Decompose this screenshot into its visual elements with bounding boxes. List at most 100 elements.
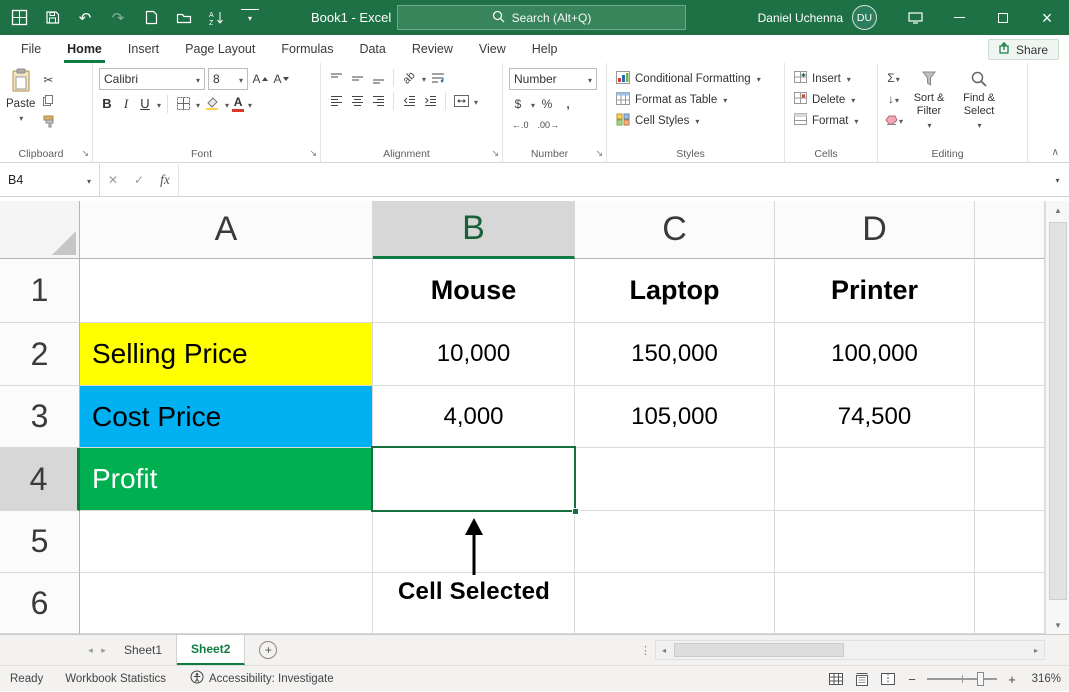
- alignment-dialog-launcher-icon[interactable]: [491, 148, 499, 159]
- tab-formulas[interactable]: Formulas: [268, 35, 346, 63]
- accessibility-button[interactable]: Accessibility: Investigate: [190, 670, 334, 687]
- zoom-in-button[interactable]: +: [1005, 672, 1019, 687]
- tab-file[interactable]: File: [8, 35, 54, 63]
- column-header-C[interactable]: C: [575, 201, 775, 259]
- cell-C2[interactable]: 150,000: [575, 323, 775, 386]
- scroll-up-icon[interactable]: [1046, 201, 1069, 219]
- italic-button[interactable]: I: [118, 96, 134, 112]
- align-top-icon[interactable]: [327, 68, 345, 87]
- find-select-button[interactable]: Find & Select: [955, 68, 1003, 132]
- increase-decimal-icon[interactable]: ←.0: [509, 117, 532, 133]
- select-all-button[interactable]: [0, 201, 80, 259]
- maximize-button[interactable]: [981, 0, 1025, 35]
- cell-partial-2[interactable]: [975, 323, 1045, 386]
- font-color-dropdown-icon[interactable]: [247, 97, 252, 111]
- name-box-dropdown-icon[interactable]: [86, 173, 91, 187]
- undo-icon[interactable]: [76, 9, 94, 27]
- sort-ascending-icon[interactable]: AZ: [208, 9, 226, 27]
- row-header-4[interactable]: 4: [0, 448, 80, 511]
- vertical-scroll-thumb[interactable]: [1049, 222, 1067, 600]
- workbook-statistics-button[interactable]: Workbook Statistics: [65, 673, 166, 685]
- cell-A2[interactable]: Selling Price: [80, 323, 373, 386]
- sort-filter-button[interactable]: Sort & Filter: [905, 68, 953, 132]
- formula-input[interactable]: [178, 164, 1045, 196]
- cell-A5[interactable]: [80, 511, 373, 573]
- cell-D6[interactable]: [775, 573, 975, 634]
- align-center-icon[interactable]: [348, 91, 366, 110]
- wrap-text-icon[interactable]: [429, 68, 447, 87]
- cell-partial-4[interactable]: [975, 448, 1045, 511]
- cell-B4[interactable]: [373, 448, 575, 511]
- fill-handle[interactable]: [572, 508, 579, 515]
- cell-D2[interactable]: 100,000: [775, 323, 975, 386]
- fill-color-dropdown-icon[interactable]: [224, 97, 229, 111]
- sheet-nav-left-icon[interactable]: [84, 635, 97, 665]
- cell-styles-button[interactable]: Cell Styles: [613, 110, 780, 131]
- row-header-6[interactable]: 6: [0, 573, 80, 634]
- font-dialog-launcher-icon[interactable]: [309, 148, 317, 159]
- column-header-partial[interactable]: [975, 201, 1045, 259]
- close-button[interactable]: ×: [1025, 0, 1069, 35]
- accounting-dropdown-icon[interactable]: [530, 97, 535, 111]
- align-middle-icon[interactable]: [348, 68, 366, 87]
- cell-B1[interactable]: Mouse: [373, 259, 575, 323]
- page-layout-view-icon[interactable]: [853, 670, 871, 688]
- column-header-B[interactable]: B: [373, 201, 575, 259]
- clear-icon[interactable]: [884, 110, 903, 129]
- underline-dropdown-icon[interactable]: [156, 97, 161, 111]
- ribbon-display-options-icon[interactable]: [893, 0, 937, 35]
- clipboard-dialog-launcher-icon[interactable]: [81, 148, 89, 159]
- excel-app-icon[interactable]: [10, 9, 28, 27]
- tab-scrollbar-splitter[interactable]: [640, 635, 651, 666]
- cell-partial-6[interactable]: [975, 573, 1045, 634]
- font-size-select[interactable]: 8: [208, 68, 248, 90]
- increase-indent-icon[interactable]: [421, 91, 439, 110]
- tab-home[interactable]: Home: [54, 35, 115, 63]
- zoom-level[interactable]: 316%: [1027, 673, 1061, 685]
- font-color-icon[interactable]: A: [232, 96, 244, 112]
- cell-B2[interactable]: 10,000: [373, 323, 575, 386]
- share-button[interactable]: Share: [988, 39, 1059, 60]
- align-right-icon[interactable]: [369, 91, 387, 110]
- cell-C5[interactable]: [575, 511, 775, 573]
- scroll-right-icon[interactable]: [1028, 641, 1044, 659]
- insert-function-icon[interactable]: fx: [152, 164, 178, 196]
- format-painter-icon[interactable]: [39, 112, 57, 131]
- sheet-tab-sheet2[interactable]: Sheet2: [177, 635, 245, 665]
- cell-A6[interactable]: [80, 573, 373, 634]
- tab-data[interactable]: Data: [346, 35, 398, 63]
- new-sheet-button[interactable]: [259, 641, 277, 659]
- cell-C3[interactable]: 105,000: [575, 386, 775, 448]
- user-name[interactable]: Daniel Uchenna: [758, 11, 843, 25]
- cell-B6[interactable]: [373, 573, 575, 634]
- column-header-D[interactable]: D: [775, 201, 975, 259]
- row-header-2[interactable]: 2: [0, 323, 80, 386]
- cell-A1[interactable]: [80, 259, 373, 323]
- tab-review[interactable]: Review: [399, 35, 466, 63]
- zoom-out-button[interactable]: −: [905, 672, 919, 687]
- zoom-slider[interactable]: [927, 672, 997, 686]
- cell-partial-3[interactable]: [975, 386, 1045, 448]
- conditional-formatting-button[interactable]: Conditional Formatting: [613, 68, 780, 89]
- paste-button[interactable]: Paste: [6, 68, 35, 131]
- scroll-left-icon[interactable]: [656, 641, 672, 659]
- orientation-dropdown-icon[interactable]: [421, 71, 426, 85]
- row-header-3[interactable]: 3: [0, 386, 80, 448]
- merge-center-icon[interactable]: [452, 91, 470, 110]
- avatar[interactable]: DU: [852, 5, 877, 30]
- number-format-select[interactable]: Number: [509, 68, 597, 90]
- scroll-down-icon[interactable]: [1046, 616, 1069, 634]
- zoom-slider-thumb[interactable]: [977, 672, 984, 686]
- orientation-icon[interactable]: ab: [400, 68, 418, 87]
- fill-color-icon[interactable]: [203, 94, 221, 113]
- align-left-icon[interactable]: [327, 91, 345, 110]
- customize-quick-access-icon[interactable]: [241, 9, 259, 27]
- cell-D1[interactable]: Printer: [775, 259, 975, 323]
- cell-C1[interactable]: Laptop: [575, 259, 775, 323]
- tab-page-layout[interactable]: Page Layout: [172, 35, 268, 63]
- collapse-ribbon-icon[interactable]: [1052, 147, 1059, 158]
- cell-B5[interactable]: [373, 511, 575, 573]
- cancel-formula-icon[interactable]: [100, 164, 126, 196]
- tab-help[interactable]: Help: [519, 35, 571, 63]
- page-break-view-icon[interactable]: [879, 670, 897, 688]
